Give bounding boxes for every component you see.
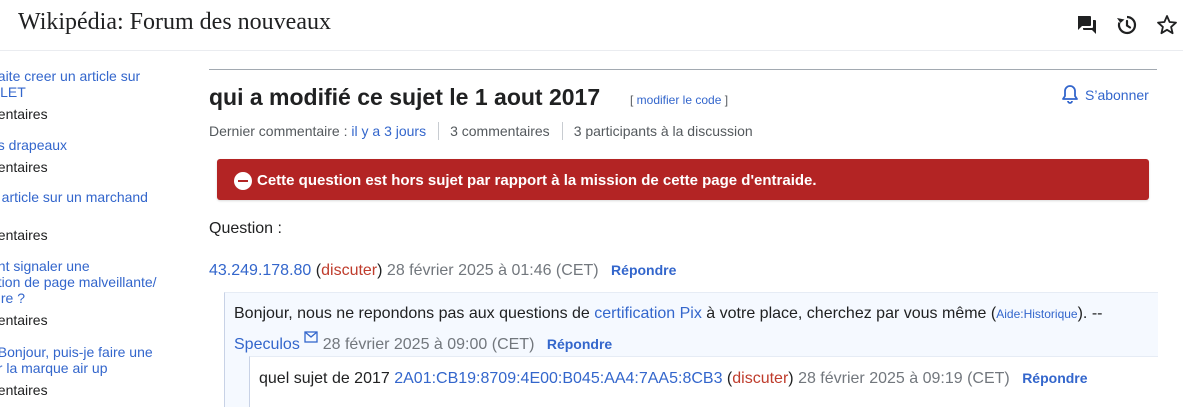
comments-count: 3 commentaires <box>450 123 550 139</box>
user-link[interactable]: 2A01:CB19:8709:4E00:B045:AA4:7AA5:8CB3 <box>394 370 722 387</box>
comment-text: ). -- <box>1077 305 1103 322</box>
talk-link[interactable]: discuter <box>321 262 377 279</box>
sidebar-topic[interactable]: , Bonjour, puis-je faire une ur la marqu… <box>0 344 185 399</box>
sidebar-topic-title[interactable]: es drapeaux <box>0 137 185 153</box>
banner-text-prefix: Cette question est <box>257 172 392 189</box>
sidebar-topic-meta: nentaires <box>0 159 48 175</box>
talk-icon[interactable] <box>1076 14 1098 36</box>
bell-icon <box>1062 85 1078 104</box>
question-text: Question : <box>209 220 282 237</box>
timestamp[interactable]: 28 février 2025 à 09:00 (CET) <box>323 336 535 353</box>
sidebar-topic-title[interactable]: , Bonjour, puis-je faire une ur la marqu… <box>0 344 185 376</box>
last-comment-label: Dernier commentaire : <box>209 123 348 139</box>
sidebar-topic[interactable]: ent signaler une ation de page malveilla… <box>0 258 185 329</box>
sidebar-topic-meta: nentaires <box>0 312 48 328</box>
email-icon[interactable] <box>304 331 318 343</box>
reply-button[interactable]: Répondre <box>611 262 676 278</box>
post-signature: Speculos 28 février 2025 à 09:00 (CET) R… <box>234 331 612 354</box>
comment-text: à votre place, cherchez par vous même ( <box>701 305 997 322</box>
watch-star-icon[interactable] <box>1156 14 1178 36</box>
no-entry-icon <box>234 172 252 190</box>
history-icon[interactable] <box>1116 14 1138 36</box>
sidebar-topic-title[interactable]: ent signaler une ation de page malveilla… <box>0 258 185 306</box>
comment-text: quel sujet de 2017 <box>259 370 395 387</box>
offtopic-banner: Cette question est hors sujet par rappor… <box>217 159 1149 200</box>
timestamp[interactable]: 28 février 2025 à 01:46 (CET) <box>387 262 599 279</box>
sidebar-topic-meta: nentaires <box>0 382 48 398</box>
participants-count: 3 participants à la discussion <box>573 123 753 139</box>
sidebar: naite creer un article sur NLET nentaire… <box>0 64 185 406</box>
subscribe-button[interactable]: S’abonner <box>1061 84 1149 104</box>
meta-separator <box>561 122 563 140</box>
reply-button[interactable]: Répondre <box>547 336 612 352</box>
sidebar-topic-title[interactable]: n article sur un marchand n <box>0 189 185 221</box>
topic-title: qui a modifié ce sujet le 1 aout 2017 <box>209 84 601 110</box>
section-divider <box>209 69 1157 70</box>
pix-link[interactable]: certification Pix <box>594 305 702 322</box>
topic-meta: Dernier commentaire : il y a 3 jours 3 co… <box>209 122 753 140</box>
sidebar-topic[interactable]: es drapeaux nentaires <box>0 137 185 176</box>
sidebar-topic-meta: nentaires <box>0 227 48 243</box>
aide-link[interactable]: Aide:Historique <box>996 307 1077 321</box>
reply-comment: Bonjour, nous ne repondons pas aux quest… <box>234 305 1102 323</box>
last-comment-link[interactable]: il y a 3 jours <box>351 123 426 139</box>
page-header: Wikipédia: Forum des nouveaux <box>0 0 1183 51</box>
site-title[interactable]: Wikipédia: Forum des nouveaux <box>18 9 331 36</box>
sidebar-topic-title[interactable]: naite creer un article sur NLET <box>0 68 185 100</box>
nested-reply-comment: quel sujet de 2017 2A01:CB19:8709:4E00:B… <box>259 370 1088 387</box>
comment-text: Bonjour, nous ne repondons pas aux quest… <box>234 305 595 322</box>
sidebar-topic-meta: nentaires <box>0 106 48 122</box>
reply-button[interactable]: Répondre <box>1022 370 1087 386</box>
edit-code-link[interactable]: modifier le code <box>637 93 722 107</box>
meta-separator <box>438 122 440 140</box>
timestamp[interactable]: 28 février 2025 à 09:19 (CET) <box>798 370 1010 387</box>
talk-link[interactable]: discuter <box>732 370 788 387</box>
user-link[interactable]: Speculos <box>234 336 300 353</box>
banner-text-suffix: par rapport à la mission de cette page d… <box>462 172 817 189</box>
sidebar-topic[interactable]: naite creer un article sur NLET nentaire… <box>0 68 185 123</box>
subscribe-label: S’abonner <box>1085 87 1149 103</box>
edit-code-section: [ modifier le code ] <box>630 93 729 107</box>
banner-text-emphasis: hors sujet <box>391 172 463 189</box>
sidebar-topic[interactable]: n article sur un marchand n nentaires <box>0 189 185 244</box>
user-link[interactable]: 43.249.178.80 <box>209 262 311 279</box>
post-signature: 43.249.178.80 (discuter) 28 février 2025… <box>209 262 677 279</box>
